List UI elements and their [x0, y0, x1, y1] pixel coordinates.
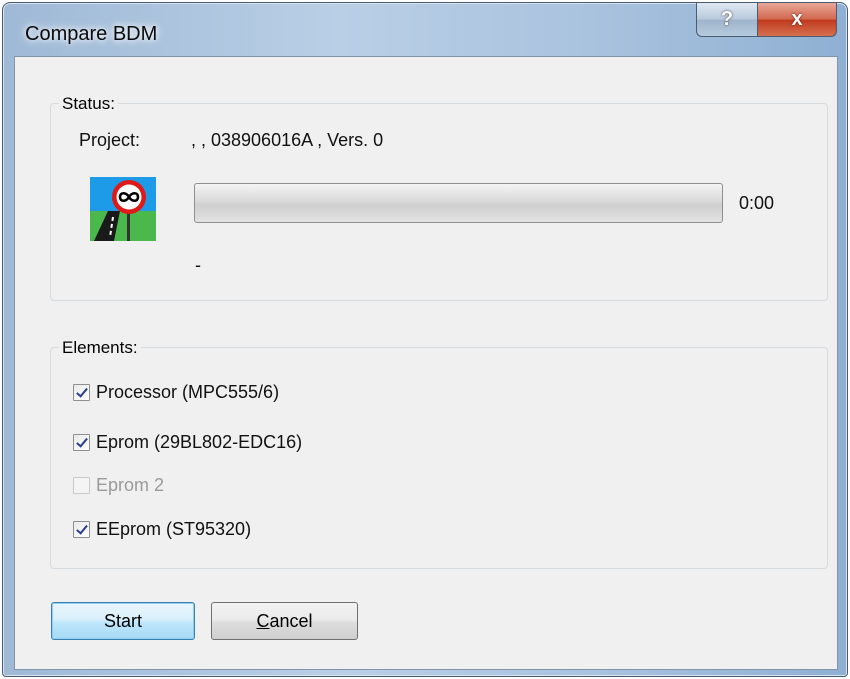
progress-bar	[194, 183, 723, 223]
infinite-road-sign-icon	[90, 177, 156, 241]
checkbox-box	[73, 477, 90, 494]
status-message: -	[195, 255, 201, 275]
project-label: Project:	[79, 130, 141, 150]
elements-group-label: Elements:	[59, 338, 141, 358]
project-value: , , 038906016A , Vers. 0	[191, 130, 384, 150]
checkbox-label: Eprom 2	[96, 475, 165, 495]
checkbox-eeprom[interactable]: EEprom (ST95320)	[73, 519, 251, 540]
dialog-client-area: Status: Project: , , 038906016A , Vers. …	[14, 56, 838, 670]
checkbox-eprom-2: Eprom 2	[73, 475, 164, 496]
help-icon: ?	[720, 8, 734, 30]
start-button[interactable]: Start	[51, 602, 195, 640]
elapsed-time: 0:00	[739, 193, 775, 213]
close-button[interactable]: x	[757, 3, 837, 37]
checkbox-box[interactable]	[73, 384, 90, 401]
dialog-window: Compare BDM ? x Status: Project: , , 038…	[2, 2, 848, 677]
checkbox-label: Processor (MPC555/6)	[96, 382, 280, 402]
start-button-label: Start	[103, 610, 142, 631]
cancel-button[interactable]: Cancel	[211, 602, 358, 640]
close-icon: x	[791, 8, 803, 30]
cancel-mnemonic: C	[256, 610, 270, 631]
window-title: Compare BDM	[25, 23, 158, 45]
checkbox-box[interactable]	[73, 521, 90, 538]
cancel-button-label: Cancel	[256, 611, 312, 632]
checkbox-processor[interactable]: Processor (MPC555/6)	[73, 382, 279, 403]
checkbox-eprom[interactable]: Eprom (29BL802-EDC16)	[73, 432, 302, 453]
checkbox-box[interactable]	[73, 434, 90, 451]
checkbox-label: Eprom (29BL802-EDC16)	[96, 432, 303, 452]
checkbox-label: EEprom (ST95320)	[96, 519, 252, 539]
status-group-label: Status:	[59, 94, 118, 114]
help-button[interactable]: ?	[696, 3, 758, 37]
cancel-label-rest: ancel	[269, 610, 313, 631]
title-bar[interactable]: Compare BDM ? x	[3, 3, 847, 57]
